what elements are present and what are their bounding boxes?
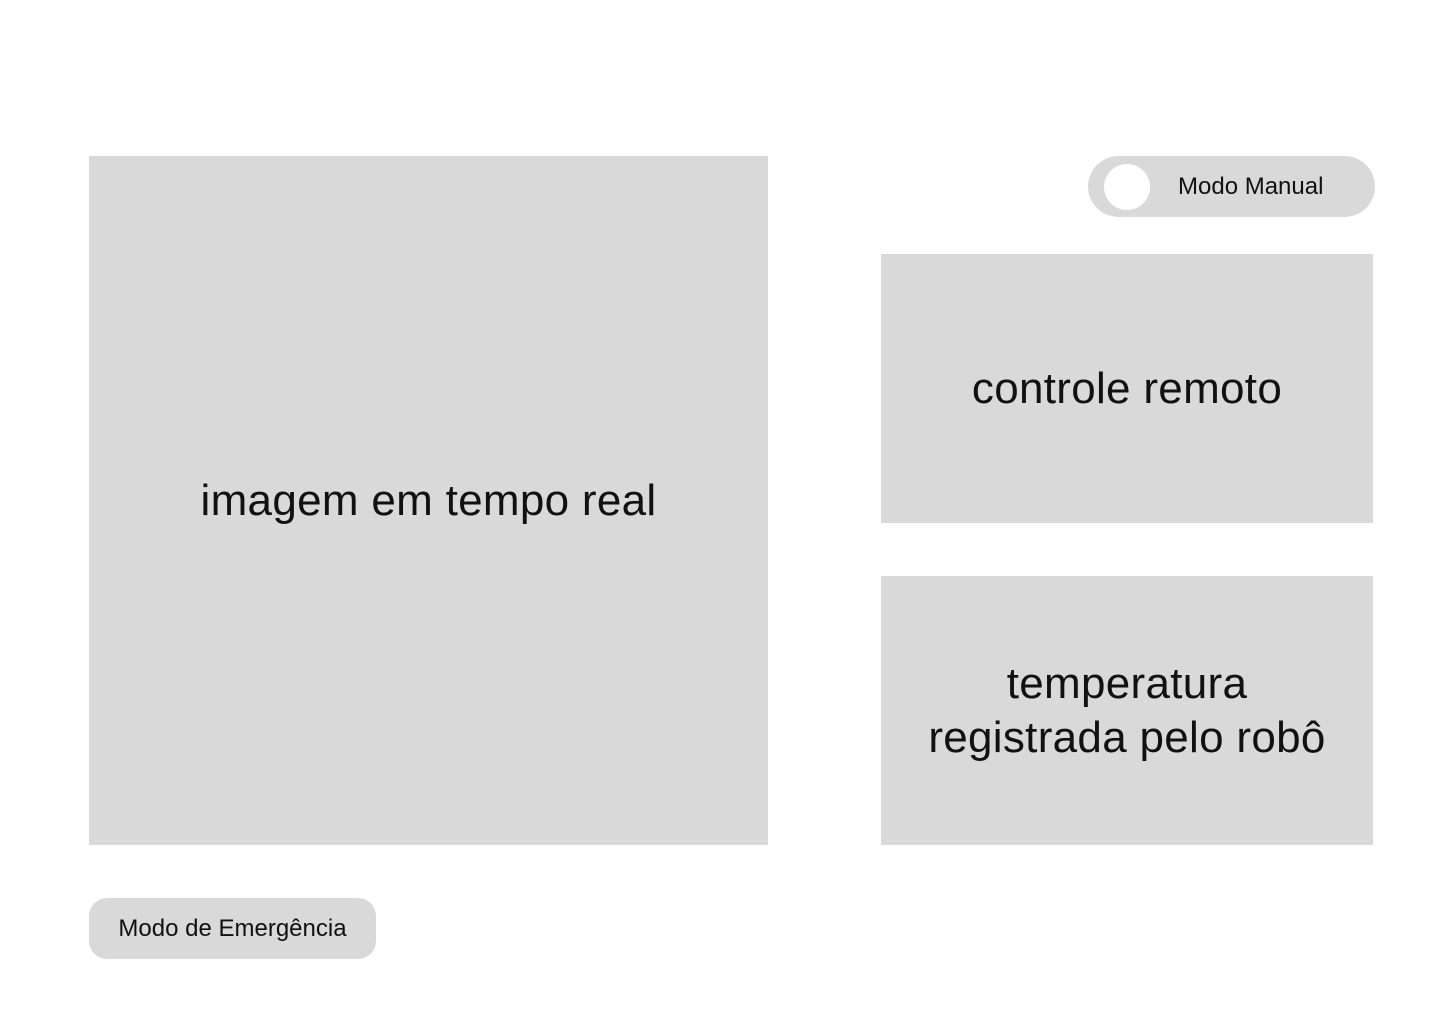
manual-mode-label: Modo Manual <box>1178 173 1324 200</box>
live-image-label: imagem em tempo real <box>200 475 657 525</box>
emergency-mode-button[interactable]: Modo de Emergência <box>89 898 376 959</box>
robot-control-dashboard: imagem em tempo real Modo Manual control… <box>0 0 1440 1024</box>
live-image-panel: imagem em tempo real <box>89 156 768 845</box>
temperature-label: temperatura registrada pelo robô <box>928 658 1326 762</box>
remote-control-panel[interactable]: controle remoto <box>881 254 1373 523</box>
remote-control-label: controle remoto <box>971 363 1283 413</box>
toggle-knob-icon[interactable] <box>1104 164 1150 210</box>
temperature-panel: temperatura registrada pelo robô <box>881 576 1373 845</box>
manual-mode-toggle[interactable]: Modo Manual <box>1088 156 1375 217</box>
